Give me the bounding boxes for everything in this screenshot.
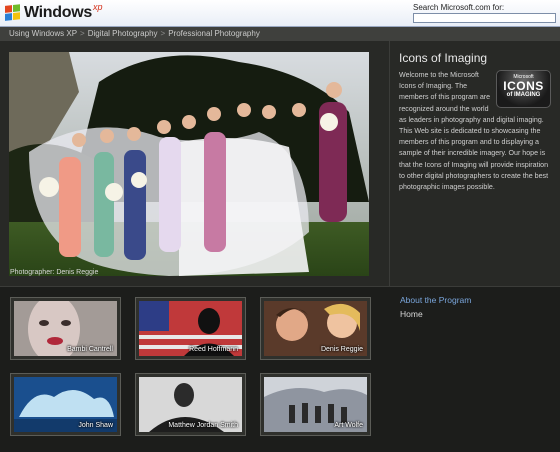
thumb-name: Reed Hoffmann (189, 346, 238, 353)
windows-xp-logo[interactable]: Windows xp (5, 2, 103, 22)
home-link[interactable]: Home (400, 309, 471, 319)
photographer-thumb-art-wolfe[interactable]: Art Wolfe (260, 373, 371, 436)
windows-flag-icon (5, 4, 21, 22)
icons-of-imaging-badge: Microsoft ICONS of IMAGING (496, 70, 551, 108)
photographer-thumb-john-shaw[interactable]: John Shaw (10, 373, 121, 436)
search-area: Search Microsoft.com for: (413, 3, 559, 23)
side-links: About the Program Home (400, 295, 471, 319)
photographer-thumb-matthew-jordan-smith[interactable]: Matthew Jordan Smith (135, 373, 246, 436)
breadcrumb-separator: > (160, 29, 166, 38)
breadcrumb-item-professional-photography[interactable]: Professional Photography (168, 29, 260, 38)
photo-caption: Photographer: Denis Reggie (10, 269, 98, 276)
featured-photo (9, 52, 369, 276)
thumb-name: Denis Reggie (320, 346, 363, 353)
photographer-grid: Bambi Cantrell Reed Hoffmann Denis Reggi… (0, 287, 389, 452)
about-program-link[interactable]: About the Program (400, 295, 471, 305)
intro-text: Microsoft ICONS of IMAGING Welcome to th… (399, 70, 551, 193)
thumb-name: Art Wolfe (334, 422, 363, 429)
vertical-divider (389, 41, 390, 286)
breadcrumb: Using Windows XP > Digital Photography > Pro… (0, 27, 560, 41)
photographer-thumb-bambi-cantrell[interactable]: Bambi Cantrell (10, 297, 121, 360)
caption-photographer: Denis Reggie (56, 269, 99, 276)
badge-line-2: ICONS (503, 79, 544, 93)
thumb-name: Bambi Cantrell (67, 346, 113, 353)
search-label: Search Microsoft.com for: (413, 3, 505, 12)
caption-label: Photographer: (10, 269, 55, 276)
photographer-thumb-denis-reggie[interactable]: Denis Reggie (260, 297, 371, 360)
logo-text: Windows (24, 4, 92, 21)
thumb-name: Matthew Jordan Smith (168, 422, 238, 429)
breadcrumb-item-using-windows-xp[interactable]: Using Windows XP (9, 29, 77, 38)
search-input[interactable] (413, 13, 556, 23)
site-header: Windows xp Search Microsoft.com for: (0, 0, 560, 27)
page-title: Icons of Imaging (399, 51, 488, 65)
thumb-name: John Shaw (78, 422, 113, 429)
photographer-thumb-reed-hoffmann[interactable]: Reed Hoffmann (135, 297, 246, 360)
breadcrumb-item-digital-photography[interactable]: Digital Photography (88, 29, 158, 38)
breadcrumb-separator: > (80, 29, 85, 38)
logo-xp: xp (92, 2, 103, 12)
